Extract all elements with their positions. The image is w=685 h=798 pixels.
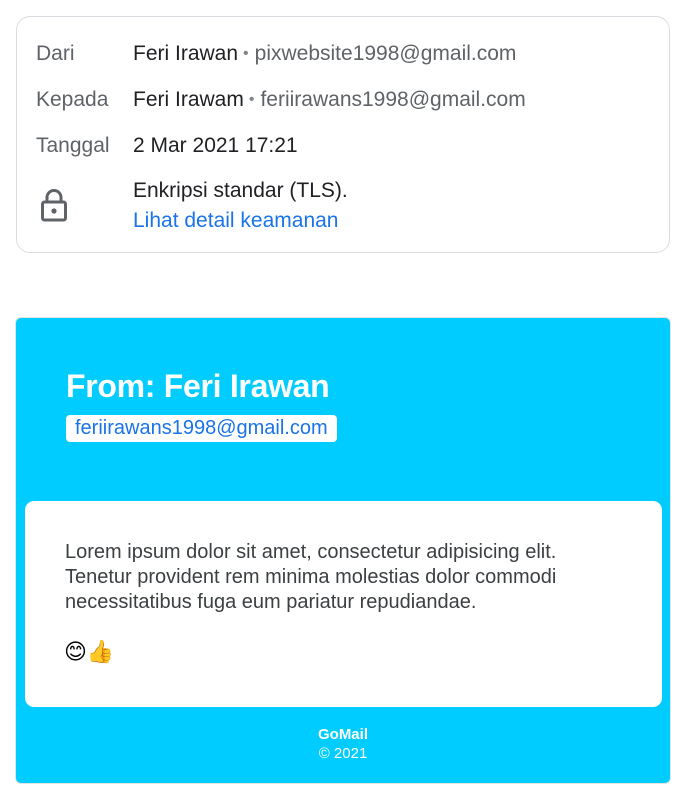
date-label: Tanggal <box>36 134 110 157</box>
encryption-text: Enkripsi standar (TLS). <box>133 179 348 202</box>
footer-copyright: © 2021 <box>318 745 368 762</box>
from-separator: • <box>243 45 249 62</box>
from-value: Feri Irawan • pixwebsite1998@gmail.com <box>133 41 516 67</box>
message-body-text: Lorem ipsum dolor sit amet, consectetur … <box>65 541 557 613</box>
footer-brand: GoMail <box>317 726 368 743</box>
lock-icon <box>39 188 69 222</box>
from-label: Dari <box>36 42 75 65</box>
to-email[interactable]: feriirawans1998@gmail.com <box>260 88 525 111</box>
date-value: 2 Mar 2021 17:21 <box>133 134 298 157</box>
to-value: Feri Irawam • feriirawans1998@gmail.com <box>133 87 526 113</box>
smile-thumbs-up-emoji: 😊👍 <box>64 640 115 665</box>
message-email-chip[interactable]: feriirawans1998@gmail.com <box>66 415 337 442</box>
email-details-card: Dari Feri Irawan • pixwebsite1998@gmail.co… <box>16 16 670 253</box>
to-separator: • <box>248 91 255 108</box>
from-email[interactable]: pixwebsite1998@gmail.com <box>255 42 517 65</box>
to-name: Feri Irawam <box>133 88 244 111</box>
message-title: From: Feri Irawan <box>66 368 330 404</box>
message-card: From: Feri Irawan feriirawans1998@gmail.… <box>15 317 671 784</box>
message-body-card: Lorem ipsum dolor sit amet, consectetur … <box>25 501 662 707</box>
from-name: Feri Irawan <box>133 42 239 65</box>
to-label: Kepada <box>36 88 109 111</box>
security-details-link[interactable]: Lihat detail keamanan <box>133 208 338 234</box>
